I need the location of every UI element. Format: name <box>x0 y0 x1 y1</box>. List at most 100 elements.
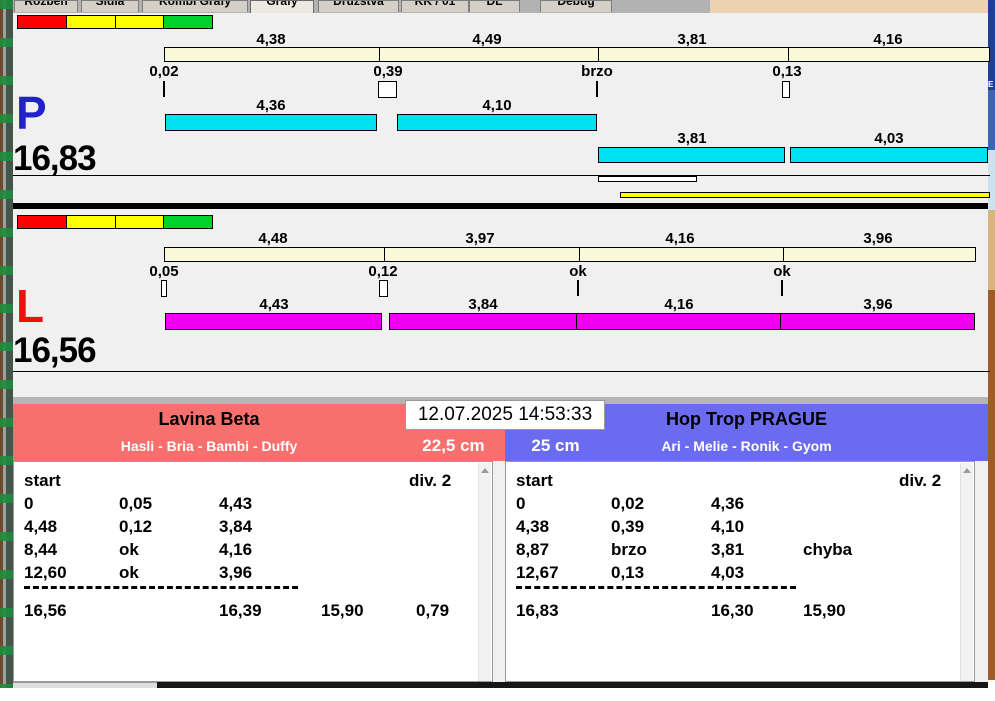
legend-red-swatch <box>17 15 67 29</box>
lane-l-total-time: 16,56 <box>13 333 96 368</box>
result-cell: 0,05 <box>119 494 152 514</box>
loss-label: 0,05 <box>122 263 206 280</box>
desktop-background <box>710 0 988 13</box>
split-time-label: 3,81 <box>650 31 734 48</box>
run-bar <box>389 313 577 330</box>
legend-yellow-swatch <box>115 15 165 29</box>
split-time-label: 4,49 <box>445 31 529 48</box>
team-left-name: Lavina Beta <box>13 409 405 430</box>
tab-grafy[interactable]: Grafy <box>250 0 314 13</box>
tab-debug[interactable]: Debug <box>540 0 612 12</box>
run-time-label: 4,03 <box>847 130 931 147</box>
lane-p-total-time: 16,83 <box>13 141 96 176</box>
loss-label: 0,12 <box>341 263 425 280</box>
split-bar <box>164 47 990 62</box>
loss-label: ok <box>536 263 620 280</box>
run-bar <box>780 313 975 330</box>
run-time-label: 4,36 <box>229 97 313 114</box>
split-bar-divider <box>788 48 789 61</box>
loss-indicator-box <box>378 81 397 98</box>
legend-yellow-swatch <box>66 15 116 29</box>
run-bar <box>598 147 785 163</box>
division-label: div. 2 <box>409 471 451 491</box>
split-bar-divider <box>384 248 385 261</box>
result-cell: 4,48 <box>24 517 57 537</box>
result-cell: 4,38 <box>516 517 549 537</box>
total-cell: 16,56 <box>24 601 67 621</box>
split-time-label: 4,16 <box>846 31 930 48</box>
desktop-right-strip <box>988 0 995 688</box>
lane-l-legend <box>17 215 213 229</box>
result-cell: ok <box>119 563 139 583</box>
run-time-label: 3,96 <box>836 296 920 313</box>
loss-indicator-box <box>379 280 388 297</box>
result-cell: 4,43 <box>219 494 252 514</box>
result-cell: 4,16 <box>219 540 252 560</box>
split-time-label: 3,96 <box>836 230 920 247</box>
desktop-icon-label: E <box>988 80 995 89</box>
total-cell: 16,39 <box>219 601 262 621</box>
lane-p-legend <box>17 15 213 29</box>
tab-bar: Rozbeh Sidla Kombi Grafy Grafy Druzstva … <box>13 0 710 13</box>
loss-label: 0,39 <box>346 63 430 80</box>
progress-bar-white <box>598 176 697 182</box>
split-time-label: 4,38 <box>229 31 313 48</box>
team-left-results-panel: start div. 2 0 0,05 4,43 4,48 0,12 3,84 … <box>13 461 493 682</box>
total-cell: 15,90 <box>321 601 364 621</box>
window-bottom-edge <box>13 682 157 688</box>
total-cell: 16,83 <box>516 601 559 621</box>
baseline <box>13 175 990 176</box>
legend-red-swatch <box>17 215 67 229</box>
result-cell: 0,39 <box>611 517 644 537</box>
loss-indicator-box <box>782 81 790 98</box>
result-cell: 0 <box>24 494 33 514</box>
tab-rozbeh[interactable]: Rozbeh <box>14 0 78 12</box>
result-cell: 0,12 <box>119 517 152 537</box>
team-left-jump-height: 22,5 cm <box>405 436 502 456</box>
split-bar-divider <box>783 248 784 261</box>
run-time-label: 3,81 <box>650 130 734 147</box>
result-cell: 3,96 <box>219 563 252 583</box>
scrollbar[interactable] <box>960 463 973 681</box>
loss-label: ok <box>740 263 824 280</box>
result-cell: 8,87 <box>516 540 549 560</box>
team-right-jump-height: 25 cm <box>508 436 603 456</box>
tab-kombi-grafy[interactable]: Kombi Grafy <box>142 0 248 12</box>
run-time-label: 4,10 <box>455 97 539 114</box>
tab-kk-01[interactable]: KK / 01 <box>401 0 469 12</box>
start-label: start <box>516 471 553 491</box>
total-cell: 15,90 <box>803 601 846 621</box>
lane-l-letter: L <box>16 283 44 329</box>
scroll-up-icon[interactable] <box>481 468 489 473</box>
result-cell: chyba <box>803 540 852 560</box>
legend-green-swatch <box>163 215 213 229</box>
result-cell: 3,81 <box>711 540 744 560</box>
loss-tick <box>596 81 598 97</box>
run-bar <box>790 147 988 163</box>
tab-dl[interactable]: DL <box>469 0 520 12</box>
result-cell: 12,67 <box>516 563 559 583</box>
split-time-label: 4,16 <box>638 230 722 247</box>
run-bar <box>397 114 597 131</box>
loss-tick <box>163 81 165 97</box>
split-time-label: 3,97 <box>438 230 522 247</box>
scrollbar[interactable] <box>478 463 491 681</box>
tab-sidla[interactable]: Sidla <box>81 0 139 12</box>
total-cell: 0,79 <box>416 601 449 621</box>
result-cell: brzo <box>611 540 647 560</box>
result-cell: 0 <box>516 494 525 514</box>
loss-label: 0,02 <box>122 63 206 80</box>
scroll-up-icon[interactable] <box>963 468 971 473</box>
run-time-label: 4,16 <box>637 296 721 313</box>
run-bar <box>576 313 781 330</box>
app-window: E Rozbeh Sidla Kombi Grafy Grafy Druzstv… <box>0 0 995 701</box>
legend-green-swatch <box>163 15 213 29</box>
loss-tick <box>577 280 579 296</box>
totals-separator <box>516 586 796 589</box>
result-cell: 12,60 <box>24 563 67 583</box>
run-time-label: 3,84 <box>441 296 525 313</box>
legend-yellow-swatch <box>66 215 116 229</box>
result-cell: 4,03 <box>711 563 744 583</box>
tab-druzstva[interactable]: Druzstva <box>318 0 399 12</box>
result-cell: 4,36 <box>711 494 744 514</box>
